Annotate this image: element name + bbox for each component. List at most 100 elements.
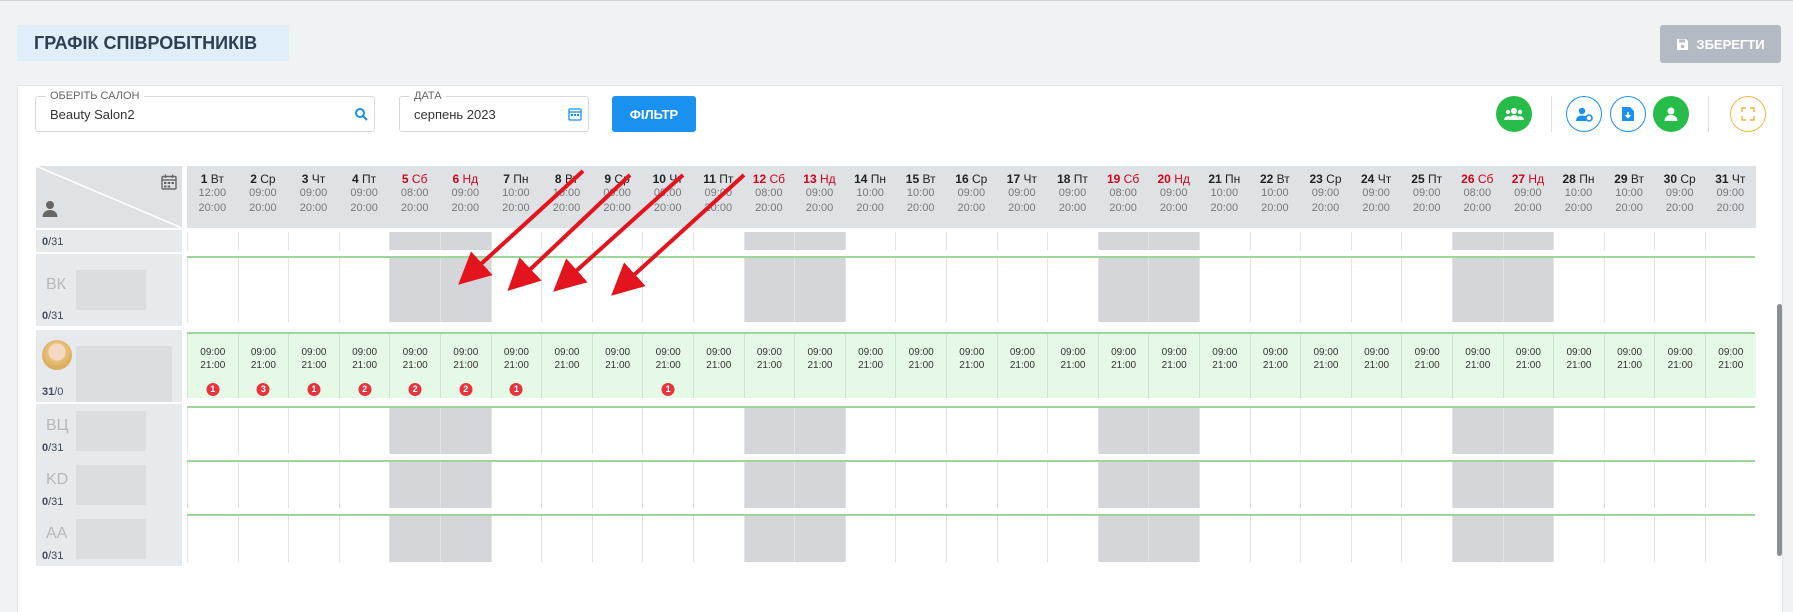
user-settings-button[interactable] bbox=[1566, 96, 1602, 132]
schedule-cell[interactable]: 09:00 21:00 bbox=[996, 334, 1048, 398]
date-picker[interactable]: ДАТА серпень 2023 bbox=[399, 90, 589, 132]
schedule-cell[interactable] bbox=[288, 258, 339, 322]
schedule-cell[interactable] bbox=[642, 516, 693, 562]
schedule-cell[interactable] bbox=[1300, 232, 1351, 250]
employee-card[interactable]: 0/31 bbox=[36, 230, 182, 252]
schedule-cell[interactable] bbox=[440, 516, 491, 562]
schedule-cell[interactable] bbox=[1452, 462, 1503, 508]
schedule-cell[interactable] bbox=[1553, 408, 1604, 454]
schedule-cell[interactable] bbox=[591, 232, 643, 250]
schedule-cell[interactable] bbox=[187, 258, 238, 322]
schedule-cell[interactable] bbox=[1705, 232, 1756, 250]
day-header[interactable]: 19 Сб 08:00 20:00 bbox=[1097, 166, 1149, 228]
schedule-cell[interactable] bbox=[946, 408, 997, 454]
schedule-cell[interactable]: 09:00 21:00 2 bbox=[389, 334, 440, 398]
day-header[interactable]: 15 Вт 10:00 20:00 bbox=[895, 166, 946, 228]
schedule-cell[interactable] bbox=[1705, 462, 1756, 508]
schedule-cell[interactable] bbox=[187, 516, 238, 562]
schedule-cell[interactable] bbox=[338, 408, 390, 454]
schedule-cell[interactable] bbox=[187, 462, 238, 508]
schedule-cell[interactable] bbox=[1249, 258, 1301, 322]
schedule-cell[interactable] bbox=[946, 516, 997, 562]
schedule-cell[interactable] bbox=[794, 408, 845, 454]
day-header[interactable]: 28 Пн 10:00 20:00 bbox=[1553, 166, 1604, 228]
day-header[interactable]: 27 Нд 09:00 20:00 bbox=[1502, 166, 1554, 228]
schedule-cell[interactable]: 09:00 21:00 bbox=[1603, 334, 1655, 398]
schedule-cell[interactable] bbox=[1452, 408, 1503, 454]
appointment-count-badge[interactable]: 1 bbox=[307, 383, 321, 396]
schedule-cell[interactable] bbox=[591, 462, 643, 508]
appointment-count-badge[interactable]: 2 bbox=[459, 383, 473, 396]
schedule-cell[interactable] bbox=[237, 462, 289, 508]
schedule-cell[interactable] bbox=[794, 516, 845, 562]
schedule-cell[interactable]: 09:00 21:00 bbox=[946, 334, 997, 398]
schedule-cell[interactable]: 09:00 21:00 bbox=[1097, 334, 1149, 398]
schedule-cell[interactable] bbox=[237, 232, 289, 250]
user-button[interactable] bbox=[1653, 96, 1689, 132]
day-header[interactable]: 21 Пн 10:00 20:00 bbox=[1199, 166, 1250, 228]
schedule-cell[interactable] bbox=[1350, 232, 1402, 250]
schedule-cell[interactable] bbox=[895, 462, 946, 508]
schedule-cell[interactable] bbox=[490, 258, 542, 322]
schedule-cell[interactable]: 09:00 21:00 2 bbox=[338, 334, 390, 398]
schedule-cell[interactable] bbox=[389, 462, 440, 508]
day-header[interactable]: 24 Чт 09:00 20:00 bbox=[1350, 166, 1402, 228]
schedule-cell[interactable] bbox=[693, 232, 744, 250]
schedule-cell[interactable]: 09:00 21:00 bbox=[1502, 334, 1554, 398]
employee-card[interactable]: 31/0 bbox=[36, 330, 182, 402]
schedule-cell[interactable] bbox=[1654, 408, 1705, 454]
appointment-count-badge[interactable]: 1 bbox=[509, 383, 523, 396]
schedule-cell[interactable] bbox=[338, 258, 390, 322]
schedule-cell[interactable] bbox=[1148, 258, 1199, 322]
schedule-cell[interactable]: 09:00 21:00 bbox=[541, 334, 592, 398]
schedule-cell[interactable] bbox=[743, 462, 795, 508]
schedule-cell[interactable]: 09:00 21:00 bbox=[1300, 334, 1351, 398]
day-header[interactable]: 1 Вт 12:00 20:00 bbox=[187, 166, 238, 228]
schedule-cell[interactable] bbox=[1603, 258, 1655, 322]
schedule-cell[interactable] bbox=[1401, 516, 1452, 562]
schedule-cell[interactable] bbox=[642, 462, 693, 508]
schedule-cell[interactable] bbox=[996, 516, 1048, 562]
schedule-cell[interactable] bbox=[946, 258, 997, 322]
schedule-cell[interactable] bbox=[1553, 516, 1604, 562]
schedule-cell[interactable] bbox=[1199, 408, 1250, 454]
day-header[interactable]: 30 Ср 09:00 20:00 bbox=[1654, 166, 1705, 228]
day-header[interactable]: 7 Пн 10:00 20:00 bbox=[490, 166, 542, 228]
schedule-cell[interactable] bbox=[1047, 232, 1098, 250]
schedule-cell[interactable] bbox=[591, 258, 643, 322]
appointment-count-badge[interactable]: 2 bbox=[358, 383, 372, 396]
schedule-cell[interactable] bbox=[1148, 462, 1199, 508]
schedule-cell[interactable] bbox=[1705, 258, 1756, 322]
schedule-cell[interactable] bbox=[642, 258, 693, 322]
schedule-cell[interactable] bbox=[996, 462, 1048, 508]
schedule-cell[interactable]: 09:00 21:00 bbox=[591, 334, 643, 398]
day-header[interactable]: 16 Ср 09:00 20:00 bbox=[946, 166, 997, 228]
schedule-cell[interactable] bbox=[440, 408, 491, 454]
day-header[interactable]: 14 Пн 10:00 20:00 bbox=[844, 166, 896, 228]
schedule-cell[interactable]: 09:00 21:00 1 bbox=[288, 334, 339, 398]
schedule-cell[interactable] bbox=[1199, 516, 1250, 562]
day-header[interactable]: 13 Нд 09:00 20:00 bbox=[794, 166, 845, 228]
schedule-cell[interactable]: 09:00 21:00 bbox=[1553, 334, 1604, 398]
schedule-cell[interactable]: 09:00 21:00 bbox=[1654, 334, 1705, 398]
schedule-cell[interactable]: 09:00 21:00 bbox=[1401, 334, 1452, 398]
schedule-cell[interactable] bbox=[1097, 232, 1149, 250]
calendar-icon[interactable] bbox=[568, 107, 582, 121]
schedule-cell[interactable] bbox=[1654, 462, 1705, 508]
schedule-cell[interactable] bbox=[1047, 462, 1098, 508]
schedule-cell[interactable] bbox=[1603, 462, 1655, 508]
schedule-cell[interactable]: 09:00 21:00 bbox=[1148, 334, 1199, 398]
schedule-cell[interactable] bbox=[1350, 462, 1402, 508]
schedule-cell[interactable] bbox=[237, 258, 289, 322]
vertical-scrollbar[interactable] bbox=[1777, 304, 1782, 556]
schedule-cell[interactable] bbox=[1047, 258, 1098, 322]
schedule-cell[interactable] bbox=[1401, 258, 1452, 322]
schedule-cell[interactable] bbox=[288, 516, 339, 562]
download-button[interactable] bbox=[1610, 96, 1646, 132]
schedule-cell[interactable] bbox=[946, 232, 997, 250]
salon-select[interactable]: ОБЕРІТЬ САЛОН Beauty Salon2 bbox=[35, 90, 375, 132]
schedule-cell[interactable] bbox=[642, 408, 693, 454]
day-header[interactable]: 3 Чт 09:00 20:00 bbox=[288, 166, 339, 228]
schedule-cell[interactable] bbox=[996, 232, 1048, 250]
schedule-cell[interactable] bbox=[389, 258, 440, 322]
